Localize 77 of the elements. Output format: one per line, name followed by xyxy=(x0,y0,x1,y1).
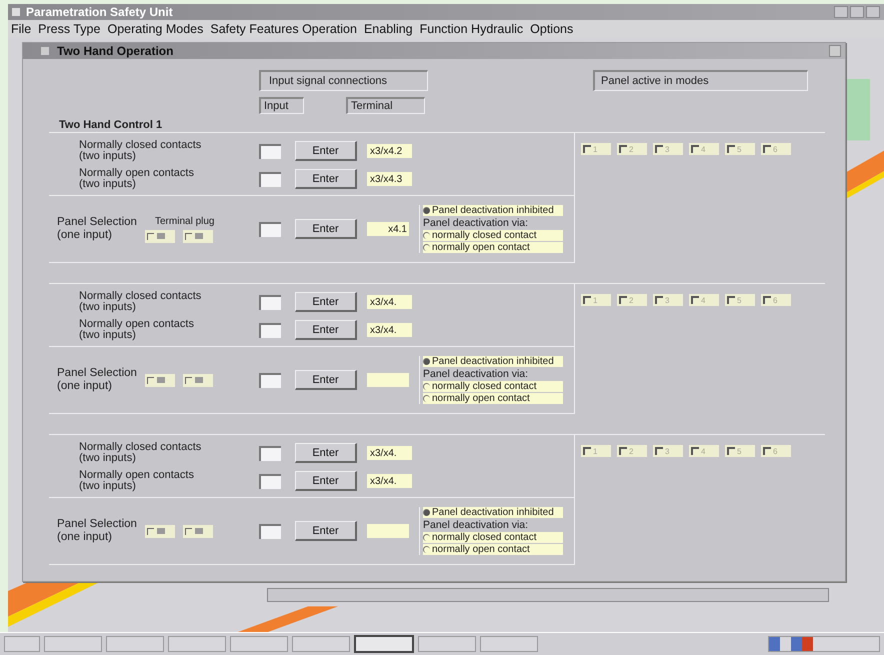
menu-item[interactable]: Options xyxy=(527,22,578,36)
close-button[interactable] xyxy=(829,45,841,57)
radio-option[interactable]: Panel deactivation inhibited xyxy=(423,356,563,367)
contact-label: Normally closed contacts (two inputs) xyxy=(79,140,202,162)
window-title: Parametration Safety Unit xyxy=(26,5,174,19)
column-header: Input xyxy=(259,97,304,114)
contact-label: Normally open contacts (two inputs) xyxy=(79,168,195,190)
plug-radio[interactable] xyxy=(183,374,213,386)
enter-button[interactable]: Enter xyxy=(295,292,357,312)
enter-button[interactable]: Enter xyxy=(295,169,357,189)
app-icon xyxy=(12,8,20,16)
plug-radio[interactable] xyxy=(145,374,175,386)
deactivation-label: Panel deactivation via: xyxy=(423,519,530,531)
menu-item[interactable]: Operating Modes xyxy=(104,22,208,36)
radio-option[interactable]: normally open contact xyxy=(423,242,563,253)
input-field[interactable] xyxy=(259,144,281,158)
input-field[interactable] xyxy=(259,474,281,488)
terminal-plug-label: Terminal plug xyxy=(155,216,216,226)
maximize-button[interactable] xyxy=(850,6,864,18)
dialog-icon xyxy=(41,47,49,55)
group-title: Two Hand Control 1 xyxy=(59,119,162,131)
input-field[interactable] xyxy=(259,322,281,338)
enter-button[interactable]: Enter xyxy=(295,521,357,541)
enter-button[interactable]: Enter xyxy=(295,141,357,161)
deactivation-label: Panel deactivation via: xyxy=(423,217,530,229)
enter-button[interactable]: Enter xyxy=(295,320,357,340)
enter-button[interactable]: Enter xyxy=(295,219,357,239)
deactivation-label: Panel deactivation via: xyxy=(423,368,530,380)
radio-option[interactable]: normally open contact xyxy=(423,544,563,555)
radio-option[interactable]: normally closed contact xyxy=(423,381,563,392)
terminal-value: x3/x4. xyxy=(367,474,412,488)
column-header: Terminal xyxy=(346,97,425,114)
input-field[interactable] xyxy=(259,222,281,236)
menu-item[interactable]: Enabling xyxy=(360,22,417,36)
start-button[interactable] xyxy=(4,636,40,652)
minimize-button[interactable] xyxy=(834,6,848,18)
terminal-value: x3/x4.3 xyxy=(367,172,412,186)
radio-option[interactable]: normally closed contact xyxy=(423,230,563,241)
plug-radio[interactable] xyxy=(145,524,175,538)
plug-radio[interactable] xyxy=(145,230,175,242)
terminal-value xyxy=(367,373,409,387)
contact-label: Normally open contacts (two inputs) xyxy=(79,319,195,341)
radio-option[interactable]: normally closed contact xyxy=(423,532,563,543)
menu-item[interactable]: File xyxy=(8,22,36,36)
contact-label: Normally open contacts (two inputs) xyxy=(79,470,195,492)
plug-radio[interactable] xyxy=(183,230,213,242)
radio-option[interactable]: normally open contact xyxy=(423,393,563,404)
input-field[interactable] xyxy=(259,446,281,460)
radio-option[interactable]: Panel deactivation inhibited xyxy=(423,507,563,518)
close-button[interactable] xyxy=(866,6,880,18)
input-field[interactable] xyxy=(259,524,281,538)
terminal-value: x3/x4. xyxy=(367,323,412,337)
enter-button[interactable]: Enter xyxy=(295,471,357,491)
terminal-value xyxy=(367,524,409,538)
contact-label: Normally closed contacts (two inputs) xyxy=(79,291,202,313)
panel-selection-label: Panel Selection (one input) xyxy=(57,367,138,393)
menu-item[interactable]: Press Type xyxy=(35,22,104,36)
dialog-title: Two Hand Operation xyxy=(57,44,174,58)
panel-selection-label: Panel Selection (one input) xyxy=(57,216,138,242)
terminal-value: x3/x4. xyxy=(367,295,412,309)
contact-label: Normally closed contacts (two inputs) xyxy=(79,442,202,464)
taskbar-button[interactable] xyxy=(354,635,414,653)
enter-button[interactable]: Enter xyxy=(295,443,357,463)
column-header: Input signal connections xyxy=(259,70,428,91)
input-field[interactable] xyxy=(259,294,281,310)
plug-radio[interactable] xyxy=(183,524,213,538)
input-field[interactable] xyxy=(259,372,281,388)
terminal-value: x3/x4. xyxy=(367,446,412,460)
enter-button[interactable]: Enter xyxy=(295,370,357,390)
terminal-value: x4.1 xyxy=(367,222,409,236)
column-header: Panel active in modes xyxy=(593,70,808,91)
input-field[interactable] xyxy=(259,172,281,186)
terminal-value: x3/x4.2 xyxy=(367,144,412,158)
menu-item[interactable]: Function Hydraulic xyxy=(416,22,528,36)
panel-selection-label: Panel Selection (one input) xyxy=(57,518,138,544)
menu-item[interactable]: Safety Features Operation xyxy=(207,22,361,36)
radio-option[interactable]: Panel deactivation inhibited xyxy=(423,205,563,216)
